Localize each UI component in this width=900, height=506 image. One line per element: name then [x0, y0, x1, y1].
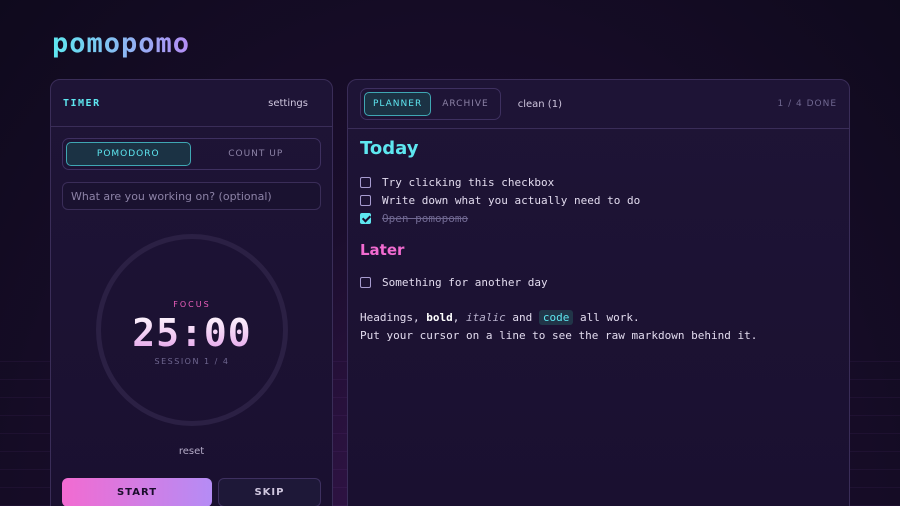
timer-panel: TIMER settings POMODORO COUNT UP FOCUS 2… — [50, 79, 333, 506]
planner-header-left: PLANNER ARCHIVE clean (1) — [360, 88, 562, 120]
clean-button[interactable]: clean (1) — [518, 99, 562, 110]
markdown-paragraph: Headings, bold, italic and code all work… — [360, 309, 837, 345]
todo-text: Try clicking this checkbox — [382, 175, 555, 189]
todo-item-done: Open pomopomo — [360, 209, 837, 227]
checked-checkbox-icon[interactable] — [360, 212, 371, 224]
mode-count-up-button[interactable]: COUNT UP — [195, 142, 318, 166]
text: Headings, — [360, 311, 427, 324]
text: , — [452, 311, 466, 324]
todo-text: Something for another day — [382, 275, 548, 289]
timer-header: TIMER settings — [51, 80, 332, 127]
skip-button[interactable]: SKIP — [218, 478, 321, 506]
todo-item: Try clicking this checkbox — [360, 173, 837, 191]
mode-pomodoro-button[interactable]: POMODORO — [66, 142, 191, 166]
tab-planner[interactable]: PLANNER — [364, 92, 432, 116]
heading-today: Today — [360, 138, 419, 159]
start-button[interactable]: START — [62, 478, 212, 506]
tab-archive[interactable]: ARCHIVE — [434, 92, 497, 116]
todo-text: Write down what you actually need to do — [382, 193, 641, 207]
planner-tabs: PLANNER ARCHIVE — [360, 88, 501, 120]
paragraph-line-1: Headings, bold, italic and code all work… — [360, 309, 837, 327]
paragraph-line-2: Put your cursor on a line to see the raw… — [360, 329, 758, 342]
done-count: 1 / 4 DONE — [777, 99, 837, 109]
italic-text: italic — [465, 311, 506, 324]
text: and — [505, 311, 539, 324]
checkbox-icon[interactable] — [360, 276, 371, 288]
planner-panel: PLANNER ARCHIVE clean (1) 1 / 4 DONE Tod… — [347, 79, 850, 506]
settings-link[interactable]: settings — [268, 98, 308, 109]
checkbox-icon[interactable] — [360, 176, 371, 188]
reset-button[interactable]: reset — [51, 446, 332, 457]
planner-header: PLANNER ARCHIVE clean (1) 1 / 4 DONE — [348, 80, 849, 129]
timer-display: 25:00 — [101, 311, 283, 355]
timer-title: TIMER — [63, 97, 101, 109]
todo-item: Something for another day — [360, 273, 837, 291]
bold-text: bold — [426, 311, 453, 324]
todo-item: Write down what you actually need to do — [360, 191, 837, 209]
planner-document[interactable]: Today Try clicking this checkbox Write d… — [360, 138, 837, 345]
heading-later: Later — [360, 241, 405, 259]
text: all work. — [573, 311, 640, 324]
session-label: SESSION 1 / 4 — [154, 357, 230, 366]
todo-text: Open pomopomo — [382, 211, 469, 225]
timer-ring: FOCUS 25:00 SESSION 1 / 4 — [96, 234, 288, 426]
phase-label: FOCUS — [173, 300, 211, 309]
app-logo: pomopomo — [52, 28, 191, 59]
task-input[interactable] — [62, 182, 321, 210]
checkbox-icon[interactable] — [360, 194, 371, 206]
inline-code: code — [538, 310, 574, 325]
timer-mode-toggle: POMODORO COUNT UP — [62, 138, 321, 170]
